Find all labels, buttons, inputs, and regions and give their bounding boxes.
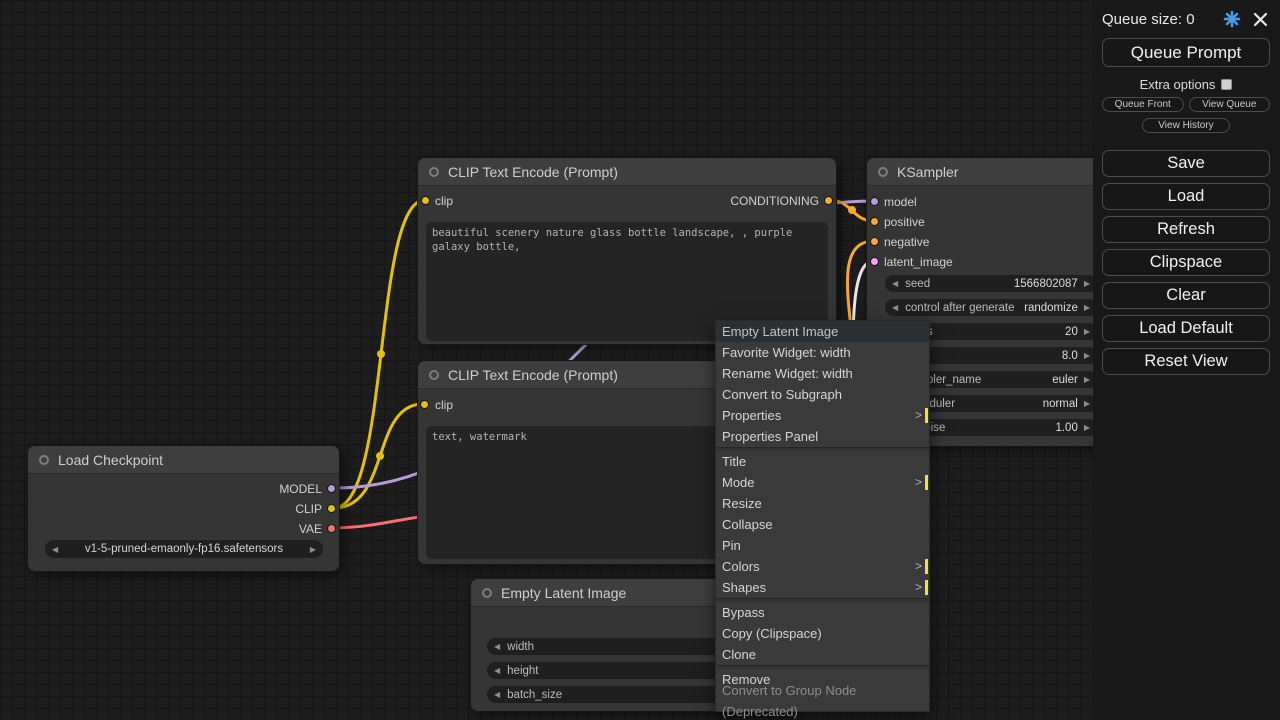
node-title-bar[interactable]: Load Checkpoint [28, 446, 339, 474]
submenu-arrow-icon: > [915, 472, 922, 493]
increment-arrow-icon[interactable]: ▶ [1084, 375, 1090, 384]
submenu-highlight-bar [925, 475, 928, 490]
extra-options-label: Extra options [1140, 77, 1216, 92]
clear-button[interactable]: Clear [1102, 282, 1270, 309]
input-slot-label: clip [435, 398, 453, 412]
clip-output-port[interactable] [327, 504, 336, 513]
collapse-dot[interactable] [482, 588, 492, 598]
negative-input-port[interactable] [870, 237, 879, 246]
output-slot-label: CONDITIONING [730, 194, 819, 208]
positive-input-port[interactable] [870, 217, 879, 226]
menu-item-collapse[interactable]: Collapse [716, 514, 929, 535]
increment-arrow-icon[interactable]: ▶ [1084, 327, 1090, 336]
decrement-arrow-icon[interactable]: ◀ [892, 279, 898, 288]
menu-item-convert-to-group-node[interactable]: Convert to Group Node (Deprecated) [716, 690, 929, 711]
queue-front-button[interactable]: Queue Front [1102, 97, 1184, 112]
menu-item-convert-to-subgraph[interactable]: Convert to Subgraph [716, 384, 929, 405]
menu-item-mode[interactable]: Mode > [716, 472, 929, 493]
settings-icon[interactable] [1222, 9, 1242, 29]
decrement-arrow-icon[interactable]: ◀ [494, 642, 500, 651]
menu-item-copy-clipspace[interactable]: Copy (Clipspace) [716, 623, 929, 644]
output-slot-label: CLIP [295, 502, 322, 516]
input-slot-label: positive [884, 215, 925, 229]
load-default-button[interactable]: Load Default [1102, 315, 1270, 342]
vae-output-port[interactable] [327, 524, 336, 533]
menu-item-clone[interactable]: Clone [716, 644, 929, 665]
input-slot-label: model [884, 195, 917, 209]
menu-item-rename-widget[interactable]: Rename Widget: width [716, 363, 929, 384]
increment-arrow-icon[interactable]: ▶ [1084, 399, 1090, 408]
latent-input-port[interactable] [870, 257, 879, 266]
view-history-button[interactable]: View History [1142, 118, 1230, 133]
view-queue-button[interactable]: View Queue [1189, 97, 1271, 112]
decrement-arrow-icon[interactable]: ◀ [892, 303, 898, 312]
node-title: CLIP Text Encode (Prompt) [448, 367, 618, 383]
menu-item-bypass[interactable]: Bypass [716, 602, 929, 623]
collapse-dot[interactable] [429, 370, 439, 380]
collapse-dot[interactable] [39, 455, 49, 465]
ckpt-name-combo-widget[interactable]: ◀ v1-5-pruned-emaonly-fp16.safetensors ▶ [45, 540, 323, 558]
submenu-arrow-icon: > [915, 577, 922, 598]
clipspace-button[interactable]: Clipspace [1102, 249, 1270, 276]
context-menu: Empty Latent Image Favorite Widget: widt… [715, 320, 930, 712]
next-option-arrow-icon[interactable]: ▶ [310, 545, 316, 554]
load-button[interactable]: Load [1102, 183, 1270, 210]
comfy-menu-panel: Queue size: 0 Queue Prompt Extra [1093, 0, 1280, 720]
submenu-arrow-icon: > [915, 405, 922, 426]
increment-arrow-icon[interactable]: ▶ [1084, 279, 1090, 288]
model-output-port[interactable] [327, 484, 336, 493]
collapse-dot[interactable] [429, 167, 439, 177]
decrement-arrow-icon[interactable]: ◀ [494, 690, 500, 699]
output-slot-label: VAE [299, 522, 322, 536]
menu-item-title[interactable]: Title [716, 451, 929, 472]
queue-size-label: Queue size: 0 [1102, 11, 1195, 28]
extra-options-checkbox[interactable] [1221, 79, 1232, 90]
node-load-checkpoint[interactable]: Load Checkpoint MODEL CLIP VAE ◀ v1-5-pr… [27, 445, 340, 572]
save-button[interactable]: Save [1102, 150, 1270, 177]
input-slot-label: clip [435, 194, 453, 208]
increment-arrow-icon[interactable]: ▶ [1084, 423, 1090, 432]
comfyui-canvas[interactable]: { "colors": { "clip": "#e5c100", "model"… [0, 0, 1280, 720]
seed-widget[interactable]: ◀ seed 1566802087 ▶ [885, 275, 1097, 292]
output-slot-label: MODEL [279, 482, 322, 496]
increment-arrow-icon[interactable]: ▶ [1084, 351, 1090, 360]
node-title-bar[interactable]: CLIP Text Encode (Prompt) [418, 158, 836, 186]
clip-input-port[interactable] [421, 196, 430, 205]
context-menu-title: Empty Latent Image [716, 321, 929, 342]
node-title-bar[interactable]: KSampler [867, 158, 1105, 186]
submenu-highlight-bar [925, 559, 928, 574]
node-title: Load Checkpoint [58, 452, 163, 468]
link-midpoint-dot [848, 206, 856, 214]
control-after-generate-widget[interactable]: ◀ control after generate randomize ▶ [885, 299, 1097, 316]
submenu-highlight-bar [925, 408, 928, 423]
clip-input-port[interactable] [420, 400, 429, 409]
close-menu-icon[interactable] [1250, 9, 1270, 29]
refresh-button[interactable]: Refresh [1102, 216, 1270, 243]
collapse-dot[interactable] [878, 167, 888, 177]
link-midpoint-dot [377, 350, 385, 358]
menu-item-shapes[interactable]: Shapes > [716, 577, 929, 598]
submenu-highlight-bar [925, 580, 928, 595]
submenu-arrow-icon: > [915, 556, 922, 577]
input-slot-label: latent_image [884, 255, 953, 269]
node-clip-text-encode-positive[interactable]: CLIP Text Encode (Prompt) clip CONDITION… [417, 157, 837, 345]
menu-item-favorite-widget[interactable]: Favorite Widget: width [716, 342, 929, 363]
menu-item-colors[interactable]: Colors > [716, 556, 929, 577]
menu-item-properties-panel[interactable]: Properties Panel [716, 426, 929, 447]
increment-arrow-icon[interactable]: ▶ [1084, 303, 1090, 312]
model-input-port[interactable] [870, 197, 879, 206]
input-slot-label: negative [884, 235, 929, 249]
node-title: Empty Latent Image [501, 585, 626, 601]
decrement-arrow-icon[interactable]: ◀ [494, 666, 500, 675]
reset-view-button[interactable]: Reset View [1102, 348, 1270, 375]
queue-prompt-button[interactable]: Queue Prompt [1102, 38, 1270, 67]
menu-item-properties[interactable]: Properties > [716, 405, 929, 426]
menu-item-pin[interactable]: Pin [716, 535, 929, 556]
menu-item-resize[interactable]: Resize [716, 493, 929, 514]
node-title: CLIP Text Encode (Prompt) [448, 164, 618, 180]
conditioning-output-port[interactable] [824, 196, 833, 205]
node-title: KSampler [897, 164, 958, 180]
link-midpoint-dot [376, 452, 384, 460]
